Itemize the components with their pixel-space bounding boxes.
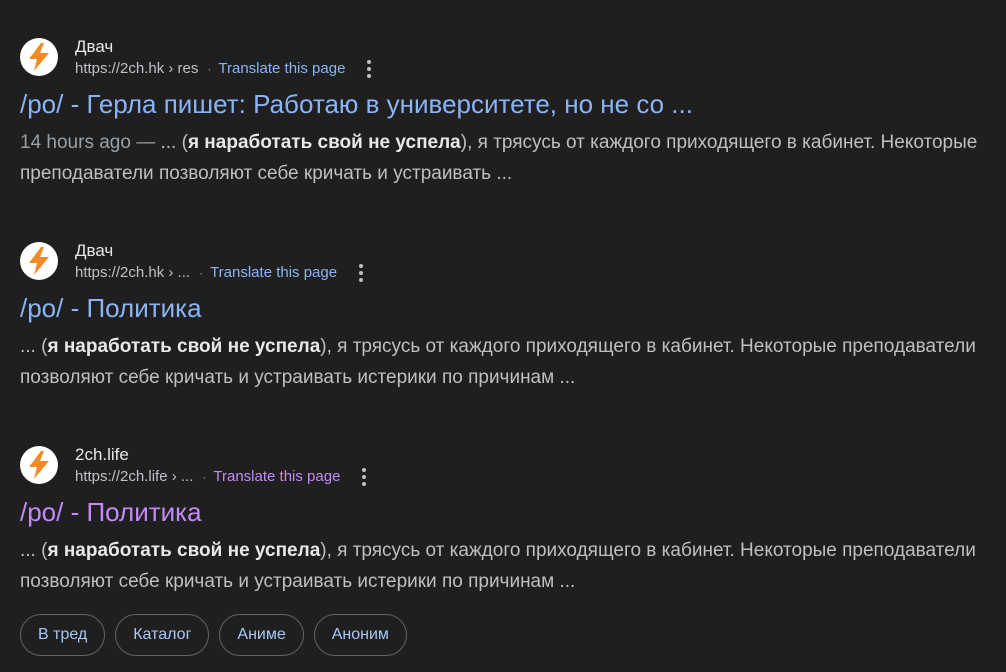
result-snippet: ... (я наработать свой не успела), я тря… [20, 331, 980, 393]
three-dots-vertical-icon[interactable] [361, 59, 377, 79]
result-snippet: 14 hours ago — ... (я наработать свой не… [20, 127, 980, 189]
snippet-text: ... ( [155, 132, 188, 153]
translate-link[interactable]: Translate this page [210, 263, 337, 283]
search-result: 2ch.life https://2ch.life › ... · Transl… [20, 444, 980, 597]
separator-dot: · [202, 469, 207, 484]
separator-dot: · [207, 61, 212, 76]
lightning-bolt-icon [20, 38, 58, 76]
chip-katalog[interactable]: Каталог [115, 614, 210, 656]
site-header[interactable]: Двач https://2ch.hk › res · Translate th… [20, 36, 980, 78]
result-title-link[interactable]: /po/ - Герла пишет: Работаю в университе… [20, 88, 980, 120]
result-date: 14 hours ago — [20, 132, 156, 153]
three-dots-vertical-icon[interactable] [356, 467, 372, 487]
three-dots-vertical-icon[interactable] [353, 263, 369, 283]
search-results-page: Двач https://2ch.hk › res · Translate th… [0, 0, 1006, 672]
site-header[interactable]: 2ch.life https://2ch.life › ... · Transl… [20, 444, 980, 486]
site-header[interactable]: Двач https://2ch.hk › ... · Translate th… [20, 240, 980, 282]
chip-v-tred[interactable]: В тред [20, 614, 106, 656]
site-name: Двач [75, 240, 114, 260]
result-snippet: ... (я наработать свой не успела), я тря… [20, 535, 980, 597]
result-title-link[interactable]: /po/ - Политика [20, 292, 980, 324]
sitelink-chips: В тред Каталог Аниме Аноним [20, 614, 407, 656]
snippet-highlight: я наработать свой не успела [187, 132, 461, 153]
result-title-link[interactable]: /po/ - Политика [20, 496, 980, 528]
translate-link[interactable]: Translate this page [213, 467, 340, 487]
search-result: Двач https://2ch.hk › res · Translate th… [20, 36, 980, 189]
snippet-text: ... ( [20, 540, 48, 561]
site-name: 2ch.life [75, 444, 129, 464]
site-name: Двач [75, 36, 114, 56]
lightning-bolt-icon [20, 242, 58, 280]
separator-dot: · [199, 265, 204, 280]
chip-anime[interactable]: Аниме [219, 614, 304, 656]
lightning-bolt-icon [20, 446, 58, 484]
site-url: https://2ch.hk › res [75, 59, 199, 77]
snippet-highlight: я наработать свой не успела [47, 336, 321, 357]
snippet-highlight: я наработать свой не успела [47, 540, 321, 561]
translate-link[interactable]: Translate this page [218, 59, 345, 79]
snippet-text: ... ( [20, 336, 48, 357]
chip-anonim[interactable]: Аноним [313, 614, 407, 656]
site-url: https://2ch.hk › ... [75, 263, 191, 281]
search-result: Двач https://2ch.hk › ... · Translate th… [20, 240, 980, 393]
site-url: https://2ch.life › ... [75, 467, 194, 485]
